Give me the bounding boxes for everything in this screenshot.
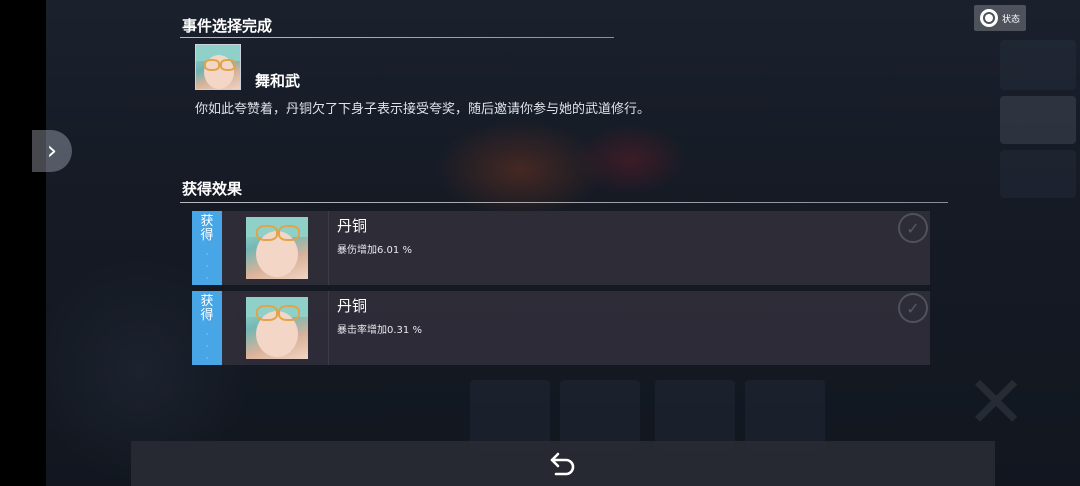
speaker-avatar <box>195 44 241 90</box>
left-black-bar <box>0 0 46 486</box>
effects-header: 获得效果 <box>182 180 243 198</box>
chevron-right-icon: › <box>46 136 58 166</box>
side-expand-button[interactable]: › <box>32 130 72 172</box>
back-button[interactable] <box>543 444 583 484</box>
event-header: 事件选择完成 <box>182 17 273 35</box>
effects-header-divider <box>180 202 948 203</box>
event-header-divider <box>180 37 614 38</box>
character-name: 丹铜 <box>337 297 368 315</box>
effect-text: 暴伤增加6.01 % <box>337 245 412 256</box>
event-description: 你如此夸赞着，丹铜欠了下身子表示接受夸奖，随后邀请你参与她的武道修行。 <box>195 102 651 117</box>
row-divider <box>328 291 329 365</box>
speaker-name: 舞和武 <box>255 72 301 90</box>
effect-text: 暴击率增加0.31 % <box>337 325 422 336</box>
check-icon: ✓ <box>898 213 928 243</box>
status-button[interactable]: 状态 <box>974 5 1026 31</box>
character-avatar <box>246 297 308 359</box>
status-icon <box>980 9 998 27</box>
row-divider <box>328 211 329 285</box>
character-avatar <box>246 217 308 279</box>
character-name: 丹铜 <box>337 217 368 235</box>
check-icon: ✓ <box>898 293 928 323</box>
return-arrow-icon <box>550 452 575 475</box>
effect-row: 获得 · · · 丹铜 暴击率增加0.31 % ✓ <box>192 291 930 365</box>
obtain-tag: 获得 · · · <box>192 291 222 365</box>
bottom-action-bar <box>131 441 995 486</box>
obtain-tag: 获得 · · · <box>192 211 222 285</box>
effect-row: 获得 · · · 丹铜 暴伤增加6.01 % ✓ <box>192 211 930 285</box>
status-label: 状态 <box>1002 14 1021 25</box>
